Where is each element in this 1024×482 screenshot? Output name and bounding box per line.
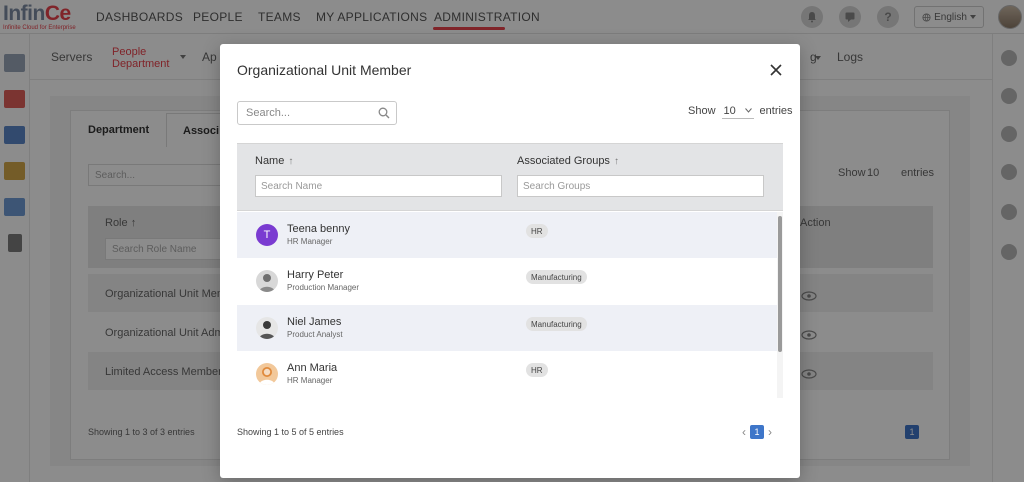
table-row[interactable]: Niel James Product Analyst Manufacturing	[237, 305, 777, 351]
page-size-control: Show 10 entries	[688, 103, 793, 119]
member-name: Teena benny	[287, 223, 350, 235]
members-table-header: Name ↑ Associated Groups ↑	[237, 143, 783, 211]
member-role: HR Manager	[287, 237, 333, 246]
page-size-value: 10	[723, 104, 736, 117]
close-icon[interactable]	[768, 62, 784, 78]
table-row[interactable]: Ann Maria HR Manager HR	[237, 351, 777, 397]
prev-page-icon[interactable]: ‹	[742, 426, 746, 438]
groups-filter-input[interactable]	[517, 175, 764, 197]
avatar: T	[256, 224, 278, 246]
members-table-body: T Teena benny HR Manager HR Harry Peter …	[237, 212, 783, 398]
member-name: Niel James	[287, 316, 342, 328]
member-role: HR Manager	[287, 376, 333, 385]
sort-arrow-icon[interactable]: ↑	[288, 156, 293, 167]
sort-arrow-icon[interactable]: ↑	[614, 156, 619, 167]
group-badge: HR	[526, 224, 548, 238]
member-role: Product Analyst	[287, 330, 343, 339]
pagination: ‹ 1 ›	[742, 425, 772, 439]
name-column-header[interactable]: Name ↑	[255, 155, 293, 167]
search-icon[interactable]	[378, 107, 390, 119]
page-size-select[interactable]: 10	[721, 103, 754, 119]
show-label: Show	[688, 105, 716, 117]
group-badge: Manufacturing	[526, 270, 587, 284]
member-name: Ann Maria	[287, 362, 338, 374]
group-badge: Manufacturing	[526, 317, 587, 331]
table-row[interactable]: T Teena benny HR Manager HR	[237, 212, 777, 258]
chevron-down-icon	[744, 108, 752, 113]
person-photo-icon	[259, 274, 275, 292]
groups-column-header[interactable]: Associated Groups ↑	[517, 155, 619, 167]
member-role: Production Manager	[287, 283, 360, 292]
table-row[interactable]: Harry Peter Production Manager Manufactu…	[237, 258, 777, 304]
page-button[interactable]: 1	[750, 425, 764, 439]
avatar	[256, 363, 278, 385]
groups-column-label: Associated Groups	[517, 155, 610, 167]
org-unit-member-modal: Organizational Unit Member Show 10 entri…	[220, 44, 800, 478]
table-info: Showing 1 to 5 of 5 entries	[237, 427, 344, 437]
modal-search-box	[237, 101, 397, 125]
next-page-icon[interactable]: ›	[768, 426, 772, 438]
person-photo-icon	[259, 321, 275, 339]
avatar	[256, 270, 278, 292]
modal-title: Organizational Unit Member	[237, 62, 412, 78]
group-badge: HR	[526, 363, 548, 377]
scrollbar-thumb[interactable]	[778, 216, 782, 352]
avatar	[256, 317, 278, 339]
modal-search-input[interactable]	[246, 107, 376, 119]
member-name: Harry Peter	[287, 269, 344, 281]
name-filter-input[interactable]	[255, 175, 502, 197]
entries-label: entries	[759, 105, 793, 117]
person-photo-icon	[259, 367, 275, 385]
name-column-label: Name	[255, 155, 285, 167]
